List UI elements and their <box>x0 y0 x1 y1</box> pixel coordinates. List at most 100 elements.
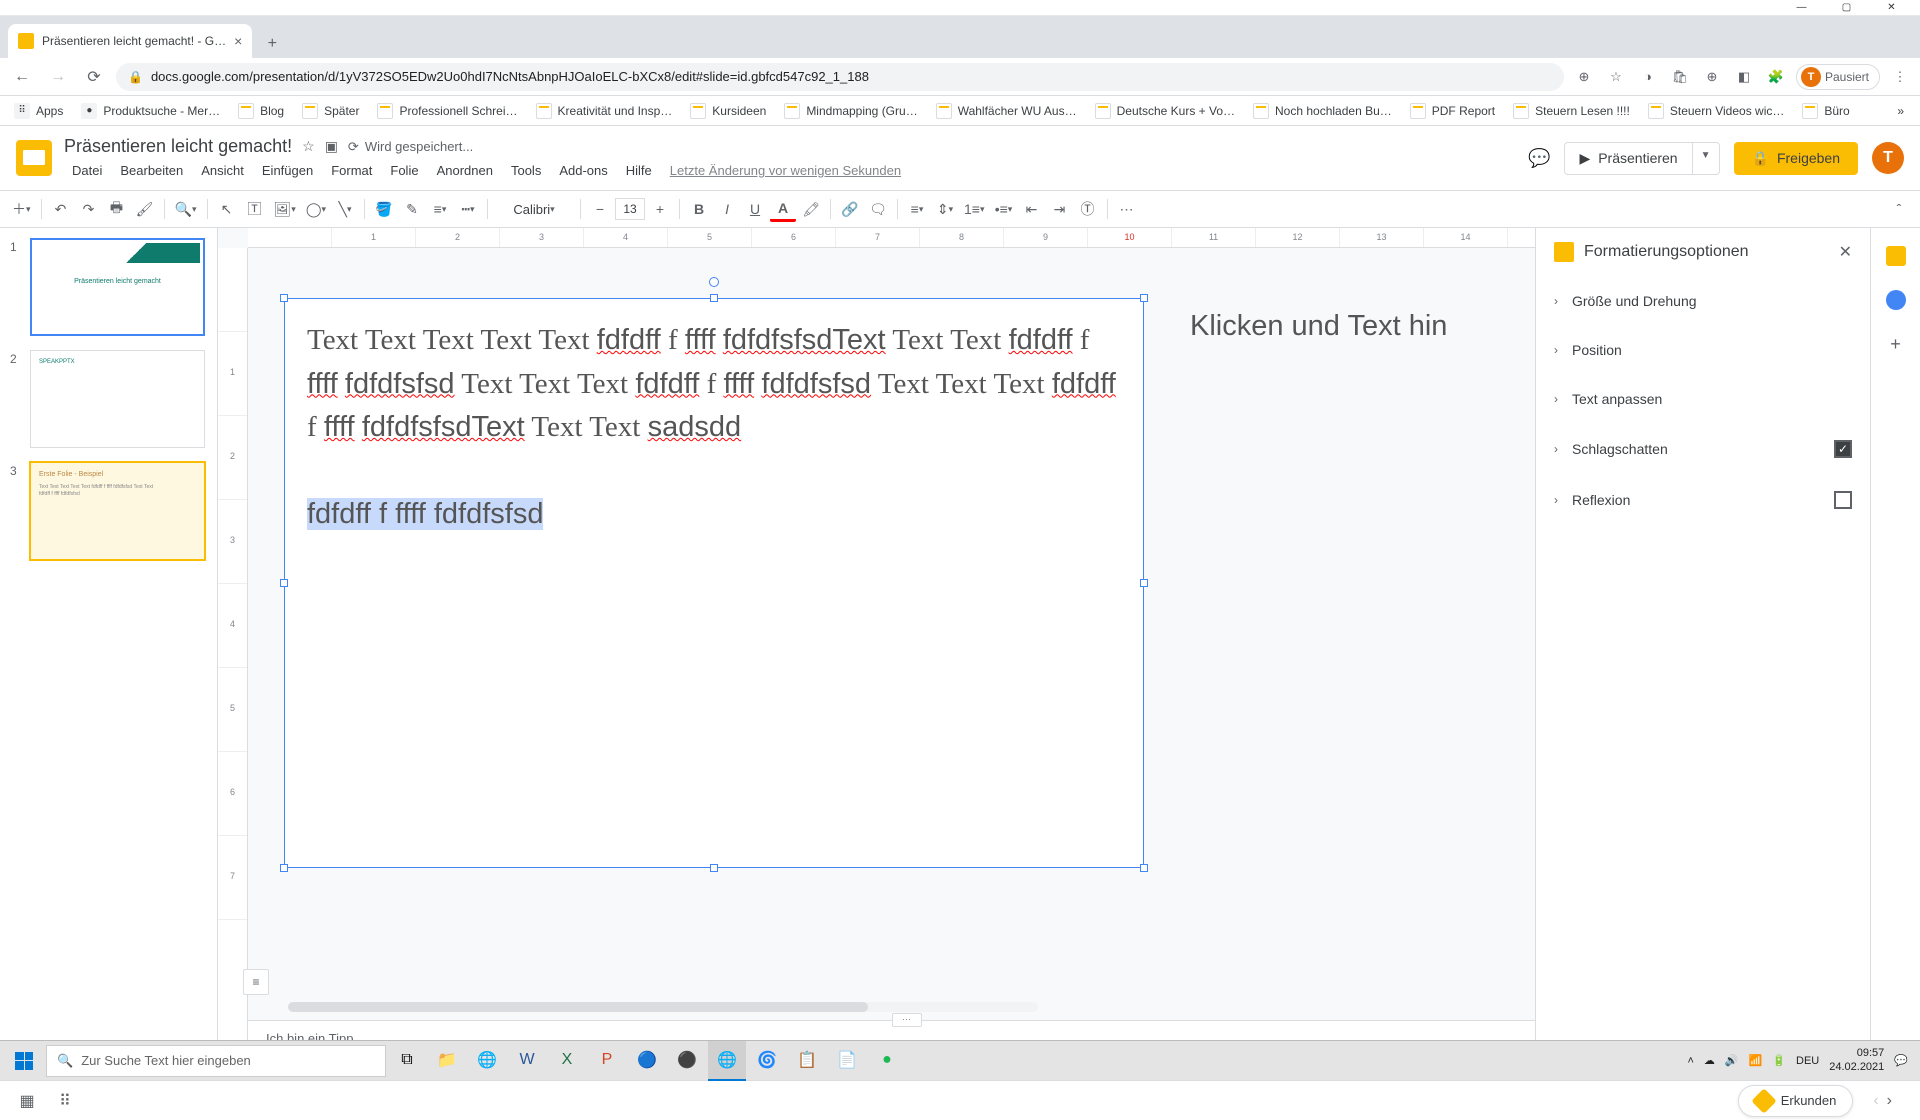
account-avatar[interactable]: T <box>1872 142 1904 174</box>
bullet-list-button[interactable]: •≡ <box>991 196 1017 222</box>
resize-handle[interactable] <box>710 294 718 302</box>
print-button[interactable]: 🖶 <box>104 196 130 222</box>
border-weight-button[interactable]: ≡ <box>427 196 453 222</box>
slide-thumbnail-3[interactable]: Erste Folie - Beispiel Text Text Text Te… <box>30 462 205 560</box>
window-minimize[interactable]: — <box>1779 0 1824 16</box>
ext-icon-4[interactable]: ◧ <box>1732 65 1756 89</box>
redo-button[interactable]: ↷ <box>76 196 102 222</box>
clock[interactable]: 09:57 24.02.2021 <box>1829 1047 1884 1073</box>
onedrive-icon[interactable]: ☁ <box>1704 1054 1715 1067</box>
filmstrip-view-button[interactable]: ▦ <box>14 1088 40 1114</box>
comments-icon[interactable]: 💬 <box>1528 148 1550 169</box>
reload-button[interactable]: ⟳ <box>80 63 108 91</box>
excel-icon[interactable]: X <box>548 1041 586 1081</box>
placeholder-textbox[interactable]: Klicken und Text hin <box>1178 298 1535 358</box>
move-document-icon[interactable]: ▣ <box>325 138 338 155</box>
slide-thumbnail-2[interactable]: SPEAKPPTX <box>30 350 205 448</box>
bookmark-item[interactable]: Steuern Videos wic… <box>1642 103 1791 119</box>
edge2-icon[interactable]: 🌀 <box>748 1041 786 1081</box>
wifi-icon[interactable]: 📶 <box>1749 1054 1763 1067</box>
prev-slide-button[interactable]: ‹ <box>1873 1092 1878 1110</box>
link-button[interactable]: 🔗 <box>837 196 863 222</box>
system-tray[interactable]: ˄ ☁ 🔊 📶 🔋 DEU 09:57 24.02.2021 💬 <box>1679 1047 1916 1073</box>
zoom-icon[interactable]: ⊕ <box>1572 65 1596 89</box>
bookmark-item[interactable]: Büro <box>1796 103 1855 119</box>
ext-icon-3[interactable]: ⊕ <box>1700 65 1724 89</box>
share-button[interactable]: 🔒 Freigeben <box>1734 142 1858 175</box>
bookmark-item[interactable]: Blog <box>232 103 290 119</box>
speaker-notes-toggle[interactable]: ≡ <box>243 969 269 995</box>
new-slide-button[interactable]: ＋ <box>8 196 35 222</box>
undo-button[interactable]: ↶ <box>48 196 74 222</box>
highlight-button[interactable]: 🖍 <box>798 196 824 222</box>
menu-addons[interactable]: Add-ons <box>551 161 615 180</box>
border-dash-button[interactable]: ┅ <box>455 196 481 222</box>
bookmark-item[interactable]: Kursideen <box>684 103 772 119</box>
edge-icon[interactable]: 🌐 <box>468 1041 506 1081</box>
menu-einfuegen[interactable]: Einfügen <box>254 161 321 180</box>
ext-icon-2[interactable]: 🛍 <box>1668 65 1692 89</box>
image-tool[interactable]: 🖼 <box>270 196 300 222</box>
selected-textbox[interactable]: Text Text Text Text Text fdfdff f ffff f… <box>284 298 1144 868</box>
grid-view-button[interactable]: ⠿ <box>52 1088 78 1114</box>
explorer-icon[interactable]: 📁 <box>428 1041 466 1081</box>
explore-button[interactable]: Erkunden <box>1738 1085 1854 1117</box>
textbox-tool[interactable]: 🅃 <box>242 196 268 222</box>
bookmark-item[interactable]: Noch hochladen Bu… <box>1247 103 1398 119</box>
document-title[interactable]: Präsentieren leicht gemacht! <box>64 136 292 157</box>
spotify-icon[interactable]: ● <box>868 1041 906 1081</box>
battery-icon[interactable]: 🔋 <box>1772 1054 1786 1067</box>
keep-app-icon[interactable] <box>1886 246 1906 266</box>
slides-logo-icon[interactable] <box>16 140 52 176</box>
bookmark-item[interactable]: Professionell Schrei… <box>371 103 523 119</box>
select-tool[interactable]: ↖ <box>214 196 240 222</box>
slide-thumbnail-1[interactable]: Präsentieren leicht gemacht <box>30 238 205 336</box>
close-panel-button[interactable]: ✕ <box>1839 242 1852 262</box>
app-icon[interactable]: 🔵 <box>628 1041 666 1081</box>
font-size-dec[interactable]: − <box>587 196 613 222</box>
bookmark-apps[interactable]: ⠿Apps <box>8 103 69 119</box>
window-maximize[interactable]: ▢ <box>1824 0 1869 16</box>
tasks-app-icon[interactable] <box>1886 290 1906 310</box>
present-dropdown[interactable]: ▼ <box>1693 142 1720 175</box>
resize-handle[interactable] <box>710 864 718 872</box>
last-edit-link[interactable]: Letzte Änderung vor wenigen Sekunden <box>662 161 909 180</box>
section-groesse[interactable]: ›Größe und Drehung <box>1536 276 1870 325</box>
star-icon[interactable]: ☆ <box>1604 65 1628 89</box>
chrome-icon[interactable]: 🌐 <box>708 1041 746 1081</box>
bookmark-item[interactable]: Mindmapping (Gru… <box>778 103 923 119</box>
resize-handle[interactable] <box>280 864 288 872</box>
scrollbar-thumb[interactable] <box>288 1002 868 1012</box>
powerpoint-icon[interactable]: P <box>588 1041 626 1081</box>
address-bar[interactable]: 🔒 docs.google.com/presentation/d/1yV372S… <box>116 63 1564 91</box>
bookmark-item[interactable]: Wahlfächer WU Aus… <box>930 103 1083 119</box>
bookmark-item[interactable]: Später <box>296 103 365 119</box>
menu-anordnen[interactable]: Anordnen <box>429 161 501 180</box>
numbered-list-button[interactable]: 1≡ <box>960 196 989 222</box>
extensions-icon[interactable]: 🧩 <box>1764 65 1788 89</box>
shape-tool[interactable]: ◯ <box>302 196 330 222</box>
resize-handle[interactable] <box>1140 864 1148 872</box>
horizontal-scrollbar[interactable] <box>288 1002 1038 1012</box>
resize-handle[interactable] <box>280 579 288 587</box>
menu-ansicht[interactable]: Ansicht <box>193 161 252 180</box>
paint-format-button[interactable]: 🖌 <box>132 196 158 222</box>
present-button[interactable]: ▶ Präsentieren <box>1564 142 1692 175</box>
app-icon-3[interactable]: 📄 <box>828 1041 866 1081</box>
menu-folie[interactable]: Folie <box>382 161 426 180</box>
more-tools-button[interactable]: ⋯ <box>1114 196 1140 222</box>
comment-button[interactable]: 🗨 <box>865 196 891 222</box>
text-color-button[interactable]: A <box>770 196 796 222</box>
chrome-menu-icon[interactable]: ⋮ <box>1888 65 1912 89</box>
section-reflexion[interactable]: ›Reflexion <box>1536 474 1870 525</box>
menu-tools[interactable]: Tools <box>503 161 549 180</box>
bookmark-item[interactable]: Deutsche Kurs + Vo… <box>1089 103 1241 119</box>
textbox-content[interactable]: Text Text Text Text Text fdfdff f ffff f… <box>285 299 1143 557</box>
menu-hilfe[interactable]: Hilfe <box>618 161 660 180</box>
thumbnail-rail[interactable]: 1 Präsentieren leicht gemacht 2 SPEAKPPT… <box>0 228 218 1080</box>
language-indicator[interactable]: DEU <box>1796 1055 1819 1067</box>
bookmarks-overflow[interactable]: » <box>1889 104 1912 118</box>
volume-icon[interactable]: 🔊 <box>1725 1054 1739 1067</box>
indent-inc-button[interactable]: ⇥ <box>1047 196 1073 222</box>
section-schlagschatten[interactable]: ›Schlagschatten✓ <box>1536 423 1870 474</box>
